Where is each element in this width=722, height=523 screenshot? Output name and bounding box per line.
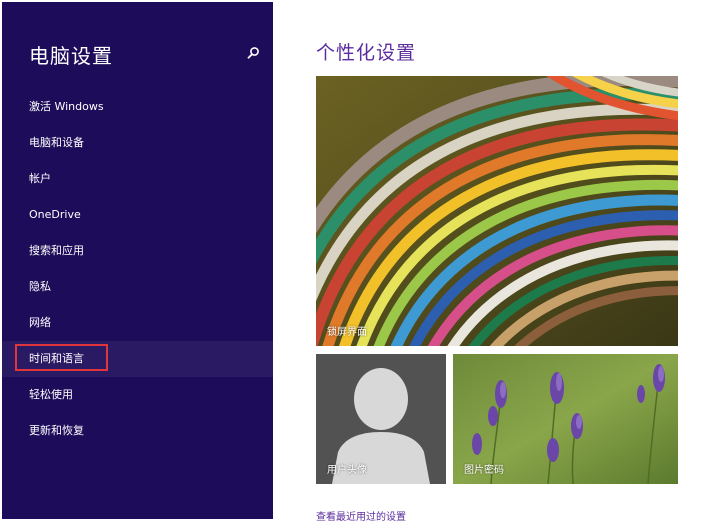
nav-item-network[interactable]: 网络 [2,305,273,341]
nav-item-label: 搜索和应用 [29,244,84,257]
search-icon[interactable] [245,45,261,61]
lock-screen-image [316,76,678,346]
lock-screen-tile[interactable]: 锁屏界面 [316,76,678,346]
account-picture-label: 用户头像 [327,465,367,476]
nav-item-label: OneDrive [29,208,81,221]
nav-item-label: 隐私 [29,280,51,293]
focus-highlight-box [15,344,108,371]
picture-password-label: 图片密码 [464,465,504,476]
nav-item-label: 电脑和设备 [29,136,84,149]
nav-item-activate-windows[interactable]: 激活 Windows [2,89,273,125]
nav-item-search-and-apps[interactable]: 搜索和应用 [2,233,273,269]
account-picture-tile[interactable]: 用户头像 [316,354,446,484]
sidebar: 电脑设置 激活 Windows 电脑和设备 帐户 OneDrive 搜索和应用 [2,2,273,519]
recent-settings-link[interactable]: 查看最近用过的设置 [316,508,406,523]
nav-item-accounts[interactable]: 帐户 [2,161,273,197]
sidebar-title: 电脑设置 [29,44,113,68]
page-title: 个性化设置 [316,42,417,64]
picture-password-tile[interactable]: 图片密码 [453,354,678,484]
pc-settings-window: 电脑设置 激活 Windows 电脑和设备 帐户 OneDrive 搜索和应用 [0,0,722,523]
nav-item-time-and-language[interactable]: 时间和语言 [2,341,273,377]
nav-item-onedrive[interactable]: OneDrive [2,197,273,233]
nav-item-label: 更新和恢复 [29,424,84,437]
nav-item-label: 激活 Windows [29,100,104,113]
nav-item-privacy[interactable]: 隐私 [2,269,273,305]
nav-item-label: 帐户 [29,172,51,185]
settings-nav: 激活 Windows 电脑和设备 帐户 OneDrive 搜索和应用 隐私 网络 [2,89,273,449]
nav-item-update-and-recovery[interactable]: 更新和恢复 [2,413,273,449]
nav-item-ease-of-access[interactable]: 轻松使用 [2,377,273,413]
nav-item-label: 轻松使用 [29,388,73,401]
main-content: 个性化设置 锁屏界面 用户头像 图片密码 查看最近用过的设置 [273,0,722,523]
nav-item-pc-and-devices[interactable]: 电脑和设备 [2,125,273,161]
lock-screen-label: 锁屏界面 [327,327,367,338]
nav-item-label: 网络 [29,316,51,329]
